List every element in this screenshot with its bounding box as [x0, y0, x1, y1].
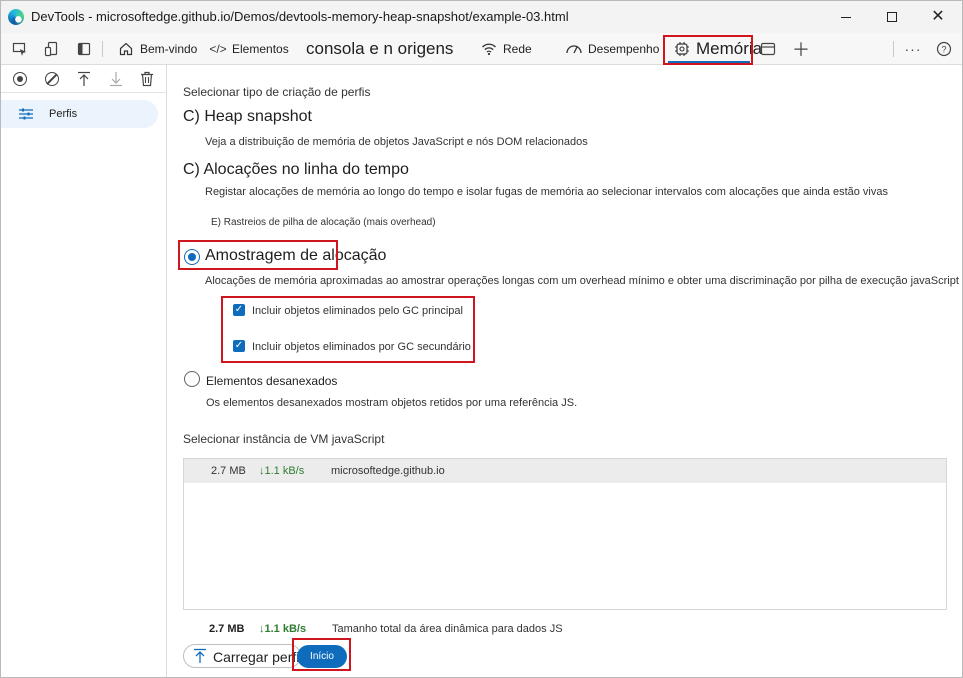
tab-network-label: Rede: [503, 42, 532, 56]
vm-instance-name: microsoftedge.github.io: [331, 465, 445, 477]
allocation-stack-traces-option[interactable]: E) Rastreios de pilha de alocação (mais …: [211, 217, 436, 228]
sidebar-icon: [77, 42, 91, 56]
tab-performance-label: Desempenho: [588, 42, 660, 56]
vm-instance-row[interactable]: 2.7 MB ↓1.1 kB/s microsoftedge.github.io: [184, 459, 946, 483]
application-tab-button[interactable]: [758, 39, 778, 59]
upload-icon: [78, 71, 90, 86]
download-icon: [110, 72, 122, 87]
close-icon: ✕: [931, 8, 945, 25]
profiles-main-panel: Selecionar tipo de criação de perfis C) …: [168, 65, 962, 677]
include-major-gc-checkbox[interactable]: ✓: [233, 304, 245, 316]
trash-icon: [141, 71, 153, 87]
plus-icon: ＋: [792, 40, 810, 60]
tab-network[interactable]: Rede: [480, 33, 532, 65]
option-heap-snapshot[interactable]: C) Heap snapshot: [183, 108, 312, 126]
sidebar-item-profiles[interactable]: Perfis: [1, 100, 158, 128]
save-profile-button[interactable]: [106, 69, 126, 89]
window-icon: [760, 42, 776, 56]
vm-instance-list: 2.7 MB ↓1.1 kB/s microsoftedge.github.io: [183, 458, 947, 610]
device-icon: [44, 41, 58, 57]
active-tab-indicator: [668, 61, 750, 63]
tab-console-sources-label: consola e n origens: [306, 39, 454, 58]
tab-console-sources[interactable]: consola e n origens: [306, 33, 453, 65]
total-heap-label: Tamanho total da área dinâmica para dado…: [332, 623, 563, 635]
home-icon: [117, 40, 135, 58]
sidebar-item-profiles-label: Perfis: [49, 108, 78, 120]
inspect-icon: [12, 42, 26, 56]
record-button[interactable]: [10, 69, 30, 89]
more-tabs-button[interactable]: ＋: [791, 39, 811, 60]
clear-icon: [45, 72, 59, 86]
tab-performance[interactable]: Desempenho: [565, 33, 659, 65]
option-detached-elements[interactable]: Elementos desanexados: [206, 374, 337, 388]
toolbar-divider: [102, 41, 103, 57]
tab-memory-label: Memória: [696, 39, 763, 58]
total-allocation-rate: ↓1.1 kB/s: [259, 623, 307, 635]
option-allocation-timeline[interactable]: C) Alocações no linha do tempo: [183, 161, 409, 179]
option-allocation-timeline-description: Registar alocações de memória ao longo d…: [205, 186, 888, 198]
customize-menu-button[interactable]: ···: [903, 39, 923, 59]
code-icon: </>: [209, 42, 227, 56]
tab-elements[interactable]: </> Elementos: [209, 33, 289, 65]
tab-welcome[interactable]: Bem-vindo: [117, 33, 197, 65]
total-heap-size: 2.7 MB: [209, 623, 245, 635]
vm-instance-heading: Selecionar instância de VM javaScript: [183, 432, 385, 446]
checkmark-icon: ✓: [234, 340, 244, 351]
minimize-button[interactable]: [823, 1, 869, 33]
clear-profiles-button[interactable]: [42, 69, 62, 89]
profile-type-heading: Selecionar tipo de criação de perfis: [183, 85, 371, 99]
title-bar: DevTools - microsoftedge.github.io/Demos…: [1, 1, 962, 33]
profiles-sidebar: Perfis: [1, 65, 167, 677]
load-profile-button[interactable]: Carregar perfil: [183, 644, 303, 668]
record-icon: [13, 72, 27, 86]
vm-heap-size: 2.7 MB: [211, 465, 246, 477]
device-emulation-button[interactable]: [42, 39, 62, 59]
option-detached-elements-description: Os elementos desanexados mostram objetos…: [206, 397, 578, 409]
profiles-toolbar: [1, 65, 166, 93]
maximize-button[interactable]: [869, 1, 915, 33]
allocation-sampling-radio[interactable]: [184, 249, 200, 265]
help-button[interactable]: ?: [934, 39, 954, 59]
checkmark-icon: ✓: [234, 304, 244, 315]
load-profile-label: Carregar perfil: [213, 649, 303, 665]
detached-elements-radio[interactable]: [184, 371, 200, 387]
svg-text:?: ?: [941, 45, 946, 55]
devtools-toolbar: Bem-vindo </> Elementos consola e n orig…: [1, 33, 962, 65]
include-minor-gc-label: Incluir objetos eliminados por GC secund…: [252, 341, 471, 353]
option-allocation-sampling-description: Alocações de memória aproximadas ao amos…: [205, 275, 959, 287]
devtools-window: DevTools - microsoftedge.github.io/Demos…: [0, 0, 963, 678]
wifi-icon: [480, 40, 498, 58]
more-options-icon: ···: [904, 41, 922, 57]
window-title: DevTools - microsoftedge.github.io/Demos…: [31, 9, 569, 24]
edge-logo-icon: [8, 9, 24, 25]
chip-icon: [673, 40, 691, 58]
tab-welcome-label: Bem-vindo: [140, 42, 198, 56]
sliders-icon: [19, 107, 33, 121]
upload-icon: [193, 648, 207, 664]
toolbar-divider-right: [893, 41, 894, 57]
help-icon: ?: [936, 41, 952, 57]
toggle-sidebar-button[interactable]: [74, 39, 94, 59]
inspect-element-button[interactable]: [10, 39, 30, 59]
delete-button[interactable]: [137, 69, 157, 89]
load-profile-toolbar-button[interactable]: [74, 69, 94, 89]
tab-elements-label: Elementos: [232, 42, 289, 56]
option-heap-snapshot-description: Veja a distribuição de memória de objeto…: [205, 136, 588, 148]
maximize-icon: [887, 12, 897, 22]
vm-allocation-rate: ↓1.1 kB/s: [259, 465, 305, 477]
start-button[interactable]: Início: [297, 645, 347, 668]
include-major-gc-label: Incluir objetos eliminados pelo GC princ…: [252, 305, 463, 317]
include-minor-gc-checkbox[interactable]: ✓: [233, 340, 245, 352]
gauge-icon: [565, 40, 583, 58]
close-button[interactable]: ✕: [915, 1, 961, 33]
option-allocation-sampling[interactable]: Amostragem de alocação: [205, 247, 386, 265]
minimize-icon: [841, 16, 851, 18]
